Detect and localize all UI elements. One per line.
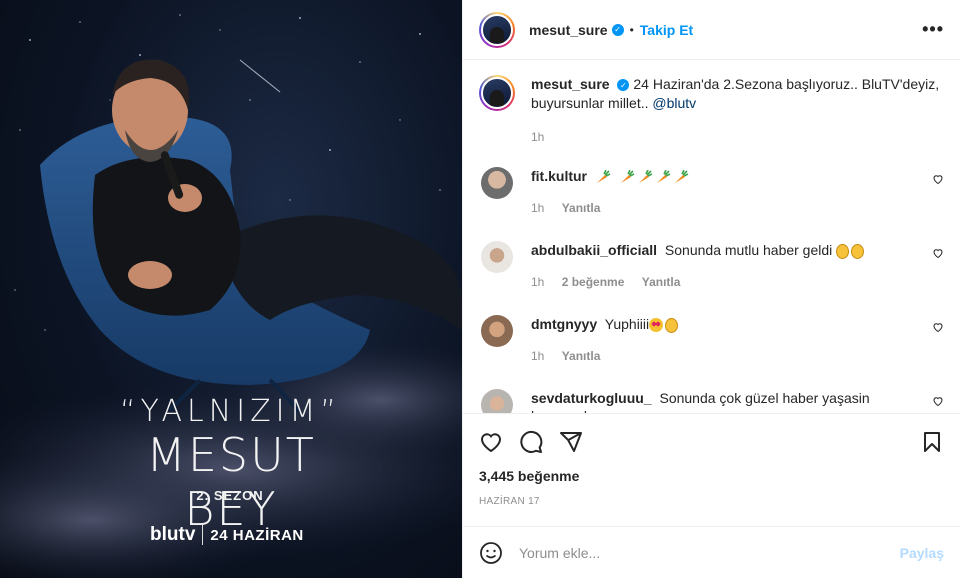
clap-emoji	[851, 243, 865, 259]
reply-button[interactable]: Yanıtla	[642, 275, 681, 289]
poster-season: 2. SEZON	[196, 488, 264, 503]
comment-item: dmtgnyyy Yuphiiii 1h Yanıtla	[479, 315, 944, 389]
poster-brand: blutv 24 HAZİRAN	[150, 523, 320, 547]
comment-like-heart-icon[interactable]	[932, 395, 944, 407]
comment-time[interactable]: 1h	[531, 275, 544, 289]
post-caption: mesut_sure ✓ 24 Haziran'da 2.Sezona başl…	[479, 61, 944, 147]
comment-likes-count[interactable]: 2 beğenme	[562, 275, 625, 289]
verified-badge-icon: ✓	[611, 23, 624, 36]
poster-title-line1: “YALNIZIM”	[120, 394, 341, 429]
bookmark-icon[interactable]	[920, 430, 944, 454]
caption-username[interactable]: mesut_sure	[531, 76, 610, 92]
star-eyes-emoji	[649, 318, 664, 333]
add-comment-bar: Paylaş	[463, 526, 960, 578]
comment-username[interactable]: sevdaturkogluuu_	[531, 390, 652, 406]
carrot-emoji	[674, 170, 689, 184]
comment-username[interactable]: abdulbakii_officiall	[531, 242, 657, 258]
caption-avatar[interactable]	[479, 75, 515, 111]
raising-hands-emoji	[665, 317, 679, 333]
poster-title-line2: MESUT BEY	[146, 428, 316, 536]
comments-list[interactable]: mesut_sure ✓ 24 Haziran'da 2.Sezona başl…	[463, 61, 960, 413]
like-heart-icon[interactable]	[479, 430, 503, 454]
likes-count[interactable]: 3,445 beğenme	[463, 468, 960, 484]
post-header: mesut_sure ✓ • Takip Et •••	[463, 0, 960, 60]
post-date[interactable]: HAZİRAN 17	[463, 496, 960, 507]
carrot-emojis	[595, 168, 691, 184]
comment-text: Yuphiiii	[604, 316, 650, 332]
comment-like-heart-icon[interactable]	[932, 173, 944, 185]
emoji-picker-icon[interactable]	[479, 541, 503, 565]
comment-text: Sonunda mutlu haber geldi	[664, 242, 833, 258]
carrot-emoji	[620, 170, 635, 184]
instagram-post-modal: “YALNIZIM” MESUT BEY 2. SEZON blutv 24 H…	[0, 0, 960, 578]
comment-item: sevdaturkogluuu_ Sonunda çok güzel haber…	[479, 389, 944, 413]
poster-date: 24 HAZİRAN	[210, 526, 304, 544]
caption-mention-link[interactable]: @blutv	[652, 95, 696, 111]
comment-avatar[interactable]	[481, 315, 513, 347]
post-image[interactable]: “YALNIZIM” MESUT BEY 2. SEZON blutv 24 H…	[0, 0, 462, 578]
comment-username[interactable]: fit.kultur	[531, 168, 587, 184]
comment-avatar[interactable]	[481, 167, 513, 199]
avatar[interactable]	[479, 11, 515, 48]
comment-time[interactable]: 1h	[531, 349, 544, 363]
carrot-emoji	[596, 170, 611, 184]
verified-badge-icon: ✓	[617, 79, 630, 92]
follow-button[interactable]: Takip Et	[640, 22, 693, 38]
comment-input[interactable]	[519, 544, 900, 561]
carrot-emoji	[656, 170, 671, 184]
blutv-logo: blutv	[150, 524, 196, 545]
comment-item: fit.kultur 1h Yanıtla	[479, 167, 944, 241]
comment-like-heart-icon[interactable]	[932, 321, 944, 333]
header-username[interactable]: mesut_sure	[529, 22, 608, 38]
comment-username[interactable]: dmtgnyyy	[531, 316, 597, 332]
separator-dot: •	[629, 22, 634, 37]
post-actions: 3,445 beğenme HAZİRAN 17	[463, 413, 960, 527]
comment-time[interactable]: 1h	[531, 201, 544, 215]
brand-divider	[202, 525, 204, 545]
comment-avatar[interactable]	[481, 241, 513, 273]
reply-button[interactable]: Yanıtla	[562, 201, 601, 215]
post-comment-button[interactable]: Paylaş	[900, 545, 944, 561]
more-options-icon[interactable]: •••	[922, 19, 944, 40]
comment-item: abdulbakii_officiall Sonunda mutlu haber…	[479, 241, 944, 315]
comment-like-heart-icon[interactable]	[932, 247, 944, 259]
caption-time[interactable]: 1h	[531, 130, 544, 144]
clap-emoji	[836, 243, 850, 259]
comment-icon[interactable]	[519, 430, 543, 454]
comment-avatar[interactable]	[481, 389, 513, 413]
carrot-emoji	[638, 170, 653, 184]
share-icon[interactable]	[559, 430, 583, 454]
reply-button[interactable]: Yanıtla	[562, 349, 601, 363]
post-details-panel: mesut_sure ✓ • Takip Et ••• mesut_sure ✓…	[462, 0, 960, 578]
